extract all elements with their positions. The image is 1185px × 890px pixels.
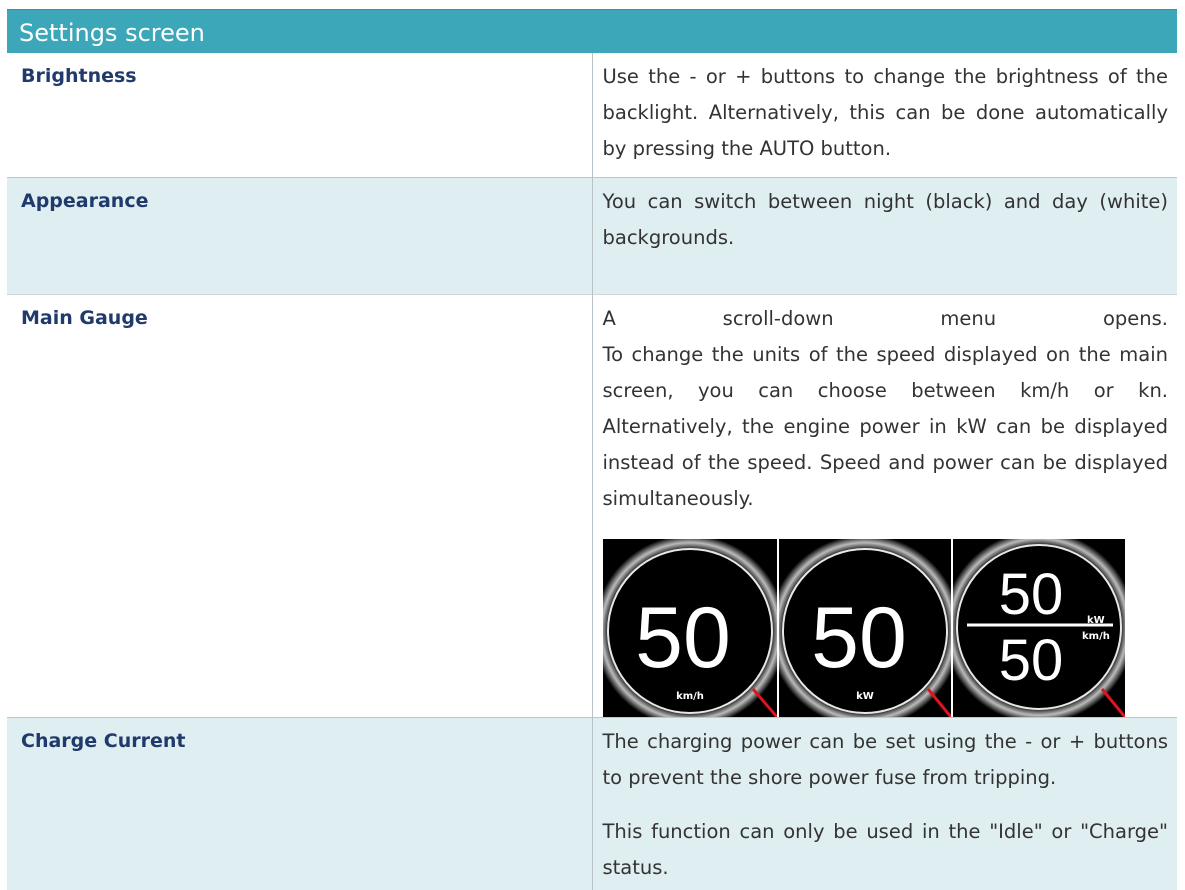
table-row: Brightness Use the - or + buttons to cha… <box>7 53 1177 178</box>
settings-table: Settings screen Brightness Use the - or … <box>7 9 1177 890</box>
gauge-value: 50 <box>635 590 731 686</box>
desc-text-note: This function can only be used in the "I… <box>603 814 1169 886</box>
row-label-main-gauge: Main Gauge <box>7 295 592 718</box>
row-label-brightness: Brightness <box>7 53 592 178</box>
row-desc-appearance: You can switch between night (black) and… <box>592 178 1177 295</box>
desc-text: Use the - or + buttons to change the bri… <box>603 59 1169 167</box>
table-header-row: Settings screen <box>7 10 1177 54</box>
desc-word: menu <box>940 301 996 337</box>
gauge-needle <box>1102 689 1125 717</box>
table-row: Appearance You can switch between night … <box>7 178 1177 295</box>
desc-word: opens. <box>1103 301 1168 337</box>
desc-text: To change the units of the speed display… <box>603 337 1169 517</box>
gauge-unit-bottom: km/h <box>1082 631 1110 642</box>
desc-text: The charging power can be set using the … <box>603 724 1169 796</box>
gauge-unit: km/h <box>676 691 704 702</box>
gauge-value-top: 50 <box>998 562 1063 627</box>
row-desc-main-gauge: A scroll-down menu opens. To change the … <box>592 295 1177 718</box>
row-label-charge-current: Charge Current <box>7 718 592 890</box>
gauge-needle <box>753 689 777 717</box>
row-label-appearance: Appearance <box>7 178 592 295</box>
table-row: Main Gauge A scroll-down menu opens. To … <box>7 295 1177 718</box>
row-desc-brightness: Use the - or + buttons to change the bri… <box>592 53 1177 178</box>
gauge-power-kw: 50 kW <box>777 539 951 717</box>
desc-first-line: A scroll-down menu opens. <box>603 301 1169 337</box>
gauge-dual: 50 50 kW km/h <box>951 539 1125 717</box>
gauge-examples: 50 km/h <box>603 539 1125 717</box>
desc-word: A <box>603 301 616 337</box>
row-desc-charge-current: The charging power can be set using the … <box>592 718 1177 890</box>
gauge-value: 50 <box>811 590 907 686</box>
gauge-needle <box>928 689 951 717</box>
gauge-speed-kmh: 50 km/h <box>603 539 777 717</box>
desc-word: scroll-down <box>723 301 834 337</box>
gauge-unit-top: kW <box>1087 615 1105 626</box>
table-row: Charge Current The charging power can be… <box>7 718 1177 890</box>
table-title: Settings screen <box>7 10 1177 54</box>
gauge-value-bottom: 50 <box>998 628 1063 693</box>
gauge-unit: kW <box>856 691 874 702</box>
desc-text: You can switch between night (black) and… <box>603 184 1169 256</box>
